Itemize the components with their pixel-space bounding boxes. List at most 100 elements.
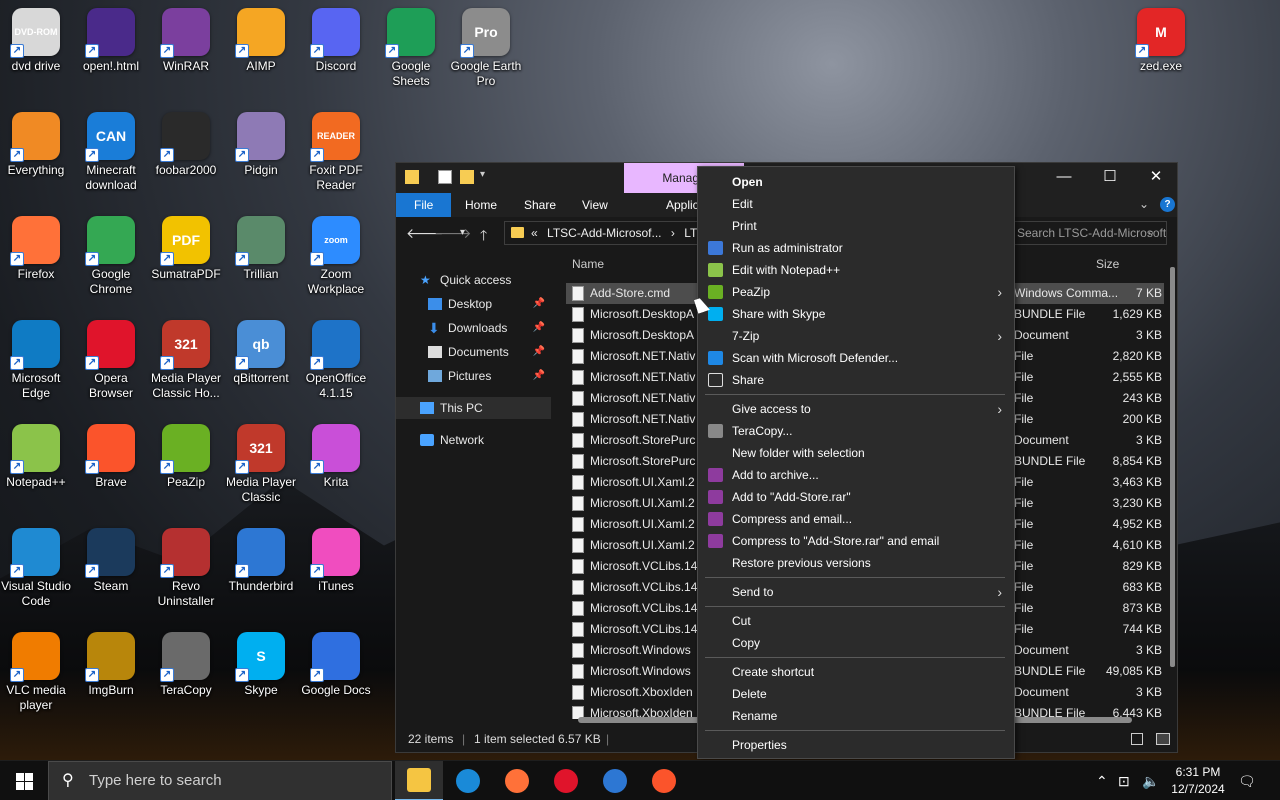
desktop-icon-google-chrome[interactable]: ↗ Google Chrome (75, 216, 147, 297)
maximize-button[interactable]: ☐ (1087, 163, 1133, 193)
desktop-icon-vlc-media-player[interactable]: ↗ VLC media player (0, 632, 72, 713)
desktop-icon-sumatrapdf[interactable]: PDF ↗ SumatraPDF (150, 216, 222, 282)
desktop-icon-visual-studio-code[interactable]: ↗ Visual Studio Code (0, 528, 72, 609)
desktop-icon-firefox[interactable]: ↗ Firefox (0, 216, 72, 282)
quick-access-dropdown-icon[interactable]: ▾ (480, 169, 494, 183)
volume-mute-icon[interactable]: 🔈 (1142, 761, 1159, 800)
taskbar-app-brave[interactable] (640, 761, 688, 800)
desktop-icon-brave[interactable]: ↗ Brave (75, 424, 147, 490)
notifications-icon[interactable]: 🗨 (1238, 761, 1256, 800)
tab-file[interactable]: File (396, 193, 452, 217)
desktop-icon-peazip[interactable]: ↗ PeaZip (150, 424, 222, 490)
nav-pictures[interactable]: Pictures 📌 (396, 365, 551, 387)
desktop-icon-minecraft-download[interactable]: CAN ↗ Minecraft download (75, 112, 147, 193)
desktop-icon-aimp[interactable]: ↗ AIMP (225, 8, 297, 74)
desktop-icon-skype[interactable]: S ↗ Skype (225, 632, 297, 698)
desktop-icon-teracopy[interactable]: ↗ TeraCopy (150, 632, 222, 698)
desktop-icon-open-html[interactable]: ↗ open!.html (75, 8, 147, 74)
menu-item-give-access-to[interactable]: Give access to › (699, 398, 1014, 420)
taskbar-search-input[interactable]: ⚲ Type here to search (48, 761, 392, 800)
menu-item-scan-with-microsoft-defender[interactable]: Scan with Microsoft Defender... (699, 347, 1014, 369)
desktop-icon-itunes[interactable]: ↗ iTunes (300, 528, 372, 594)
desktop-icon-qbittorrent[interactable]: qb ↗ qBittorrent (225, 320, 297, 386)
menu-item-edit[interactable]: Edit (699, 193, 1014, 215)
menu-item-run-as-administrator[interactable]: Run as administrator (699, 237, 1014, 259)
menu-item-add-to-add-store-rar[interactable]: Add to "Add-Store.rar" (699, 486, 1014, 508)
desktop-icon-openoffice-4-1-15[interactable]: ↗ OpenOffice 4.1.15 (300, 320, 372, 401)
tab-home[interactable]: Home (452, 193, 510, 217)
menu-item-add-to-archive[interactable]: Add to archive... (699, 464, 1014, 486)
column-name[interactable]: Name (572, 257, 604, 271)
menu-item-properties[interactable]: Properties (699, 734, 1014, 756)
menu-item-cut[interactable]: Cut (699, 610, 1014, 632)
network-icon[interactable]: ⊡ (1118, 761, 1130, 800)
ribbon-expand-icon[interactable]: ⌄ (1139, 197, 1149, 211)
menu-item-open[interactable]: Open (699, 171, 1014, 193)
address-overflow[interactable]: « (531, 226, 538, 240)
menu-item-7-zip[interactable]: 7-Zip › (699, 325, 1014, 347)
taskbar-app-thunderbird[interactable] (591, 761, 639, 800)
desktop-icon-revo-uninstaller[interactable]: ↗ Revo Uninstaller (150, 528, 222, 609)
desktop-icon-everything[interactable]: ↗ Everything (0, 112, 72, 178)
new-folder-icon[interactable] (460, 170, 474, 184)
large-icons-view-icon[interactable] (1156, 733, 1170, 745)
desktop-icon-google-sheets[interactable]: ↗ Google Sheets (375, 8, 447, 89)
desktop-icon-dvd-drive[interactable]: DVD-ROM ↗ dvd drive (0, 8, 72, 74)
nav-desktop[interactable]: Desktop 📌 (396, 293, 551, 315)
vertical-scrollbar[interactable] (1169, 259, 1177, 719)
desktop-icon-google-docs[interactable]: ↗ Google Docs (300, 632, 372, 698)
desktop-icon-krita[interactable]: ↗ Krita (300, 424, 372, 490)
nav-network[interactable]: Network (396, 429, 551, 451)
desktop-icon-foobar2000[interactable]: ↗ foobar2000 (150, 112, 222, 178)
menu-item-edit-with-notepad[interactable]: Edit with Notepad++ (699, 259, 1014, 281)
menu-item-copy[interactable]: Copy (699, 632, 1014, 654)
nav-quick-access[interactable]: ★ Quick access (396, 269, 551, 291)
menu-item-peazip[interactable]: PeaZip › (699, 281, 1014, 303)
nav-this-pc[interactable]: This PC (396, 397, 551, 419)
recent-locations-icon[interactable]: ▾ (460, 227, 465, 238)
desktop-icon-media-player-classic-ho[interactable]: 321 ↗ Media Player Classic Ho... (150, 320, 222, 401)
tray-overflow-icon[interactable]: ⌃ (1096, 761, 1108, 800)
taskbar-app-opera[interactable] (542, 761, 590, 800)
desktop-icon-zoom-workplace[interactable]: zoom ↗ Zoom Workplace (300, 216, 372, 297)
minimize-button[interactable]: — (1041, 163, 1087, 193)
menu-item-share-with-skype[interactable]: Share with Skype (699, 303, 1014, 325)
menu-item-compress-to-add-store-rar-and-email[interactable]: Compress to "Add-Store.rar" and email (699, 530, 1014, 552)
tab-share[interactable]: Share (511, 193, 569, 217)
search-icon[interactable]: ⌕ (1148, 227, 1154, 240)
column-size[interactable]: Size (1096, 257, 1119, 271)
address-separator-icon[interactable]: › (671, 226, 675, 240)
menu-item-create-shortcut[interactable]: Create shortcut (699, 661, 1014, 683)
up-arrow-icon[interactable]: 🡑 (480, 225, 487, 249)
menu-item-delete[interactable]: Delete (699, 683, 1014, 705)
address-segment[interactable]: LTSC-Add-Microsof... (547, 226, 661, 240)
desktop-icon-microsoft-edge[interactable]: ↗ Microsoft Edge (0, 320, 72, 401)
desktop-icon-discord[interactable]: ↗ Discord (300, 8, 372, 74)
desktop-icon-winrar[interactable]: ↗ WinRAR (150, 8, 222, 74)
nav-documents[interactable]: Documents 📌 (396, 341, 551, 363)
help-icon[interactable]: ? (1160, 197, 1175, 212)
properties-icon[interactable] (438, 170, 452, 184)
desktop-icon-notepad[interactable]: ↗ Notepad++ (0, 424, 72, 490)
desktop-icon-media-player-classic[interactable]: 321 ↗ Media Player Classic (225, 424, 297, 505)
menu-item-share[interactable]: Share (699, 369, 1014, 391)
menu-item-new-folder-with-selection[interactable]: New folder with selection (699, 442, 1014, 464)
menu-item-rename[interactable]: Rename (699, 705, 1014, 727)
close-button[interactable]: ✕ (1133, 163, 1179, 193)
desktop-icon-foxit-pdf-reader[interactable]: READER ↗ Foxit PDF Reader (300, 112, 372, 193)
menu-item-send-to[interactable]: Send to › (699, 581, 1014, 603)
desktop-icon-pidgin[interactable]: ↗ Pidgin (225, 112, 297, 178)
taskbar-app-file-explorer[interactable] (395, 761, 443, 800)
desktop-icon-thunderbird[interactable]: ↗ Thunderbird (225, 528, 297, 594)
desktop-icon-steam[interactable]: ↗ Steam (75, 528, 147, 594)
menu-item-print[interactable]: Print (699, 215, 1014, 237)
menu-item-teracopy[interactable]: TeraCopy... (699, 420, 1014, 442)
desktop-icon-opera-browser[interactable]: ↗ Opera Browser (75, 320, 147, 401)
tab-view[interactable]: View (569, 193, 621, 217)
taskbar-app-firefox[interactable] (493, 761, 541, 800)
forward-arrow-icon[interactable]: 🡒 (434, 225, 472, 242)
desktop-icon-zed-exe[interactable]: M ↗ zed.exe (1125, 8, 1197, 74)
menu-item-compress-and-email[interactable]: Compress and email... (699, 508, 1014, 530)
desktop-icon-google-earth-pro[interactable]: Pro ↗ Google Earth Pro (450, 8, 522, 89)
nav-downloads[interactable]: ⬇ Downloads 📌 (396, 317, 551, 339)
